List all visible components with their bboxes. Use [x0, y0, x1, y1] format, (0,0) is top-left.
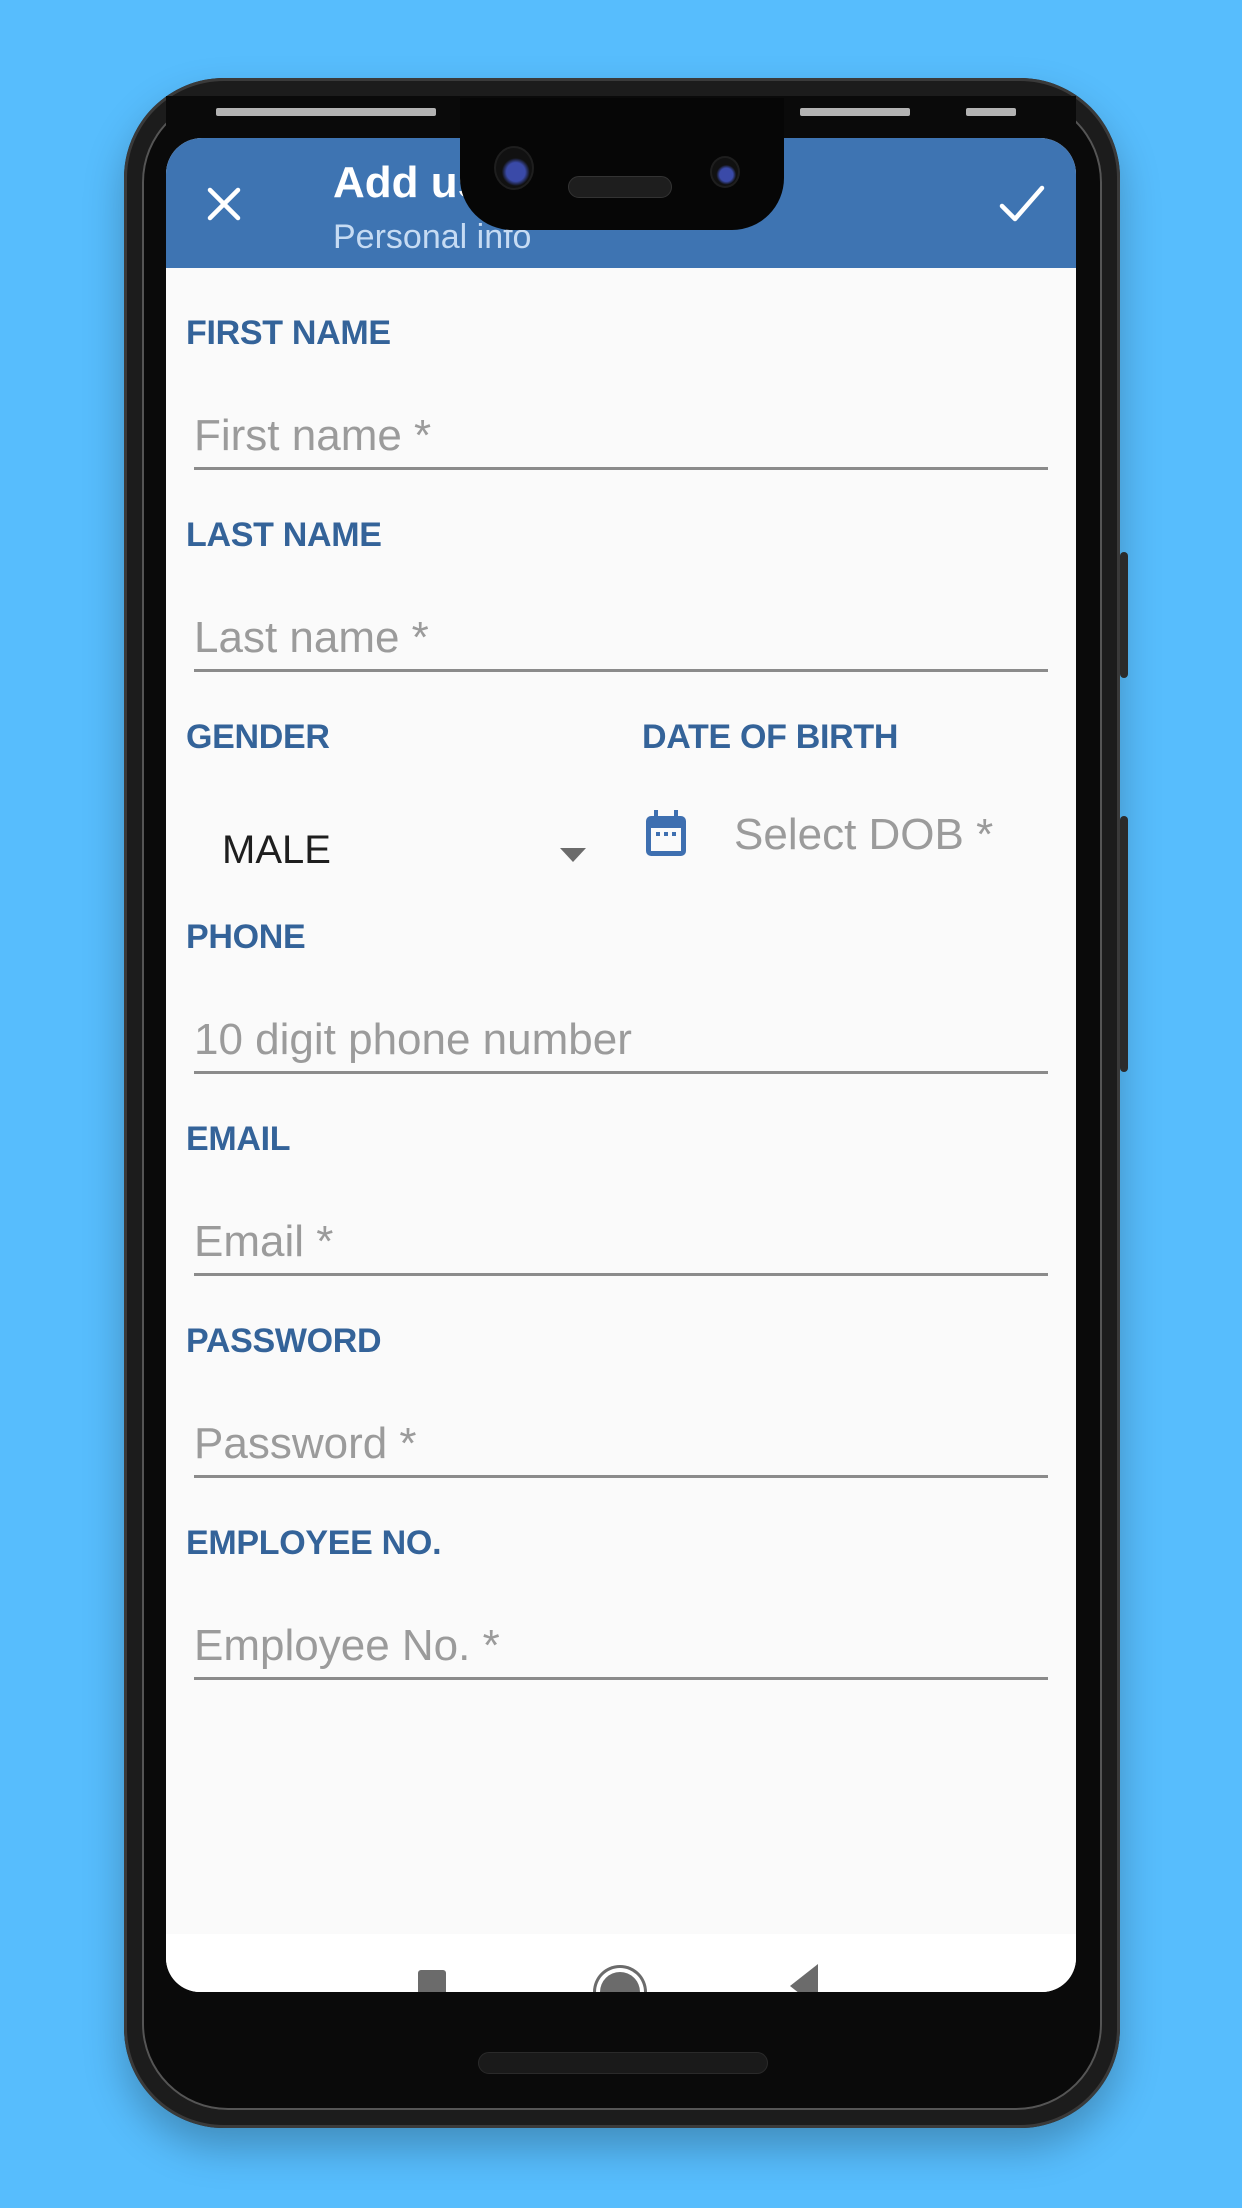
earpiece-speaker — [568, 176, 672, 198]
phone-label: PHONE — [186, 918, 306, 956]
status-bar-indicators — [800, 108, 910, 116]
password-label: PASSWORD — [186, 1322, 382, 1360]
app-screen: Add us Personal info FIRST NAME LAST NAM… — [166, 138, 1076, 1992]
recent-apps-icon[interactable] — [418, 1970, 446, 1992]
gender-value: MALE — [222, 828, 331, 872]
last-name-label: LAST NAME — [186, 516, 382, 554]
front-camera-icon — [494, 146, 534, 190]
home-icon[interactable] — [600, 1972, 640, 1992]
password-input[interactable] — [194, 1418, 1048, 1478]
camera-notch — [460, 98, 784, 230]
back-icon[interactable] — [790, 1964, 818, 1992]
battery-icon — [966, 108, 1016, 116]
calendar-icon — [646, 810, 686, 856]
system-nav-bar — [166, 1934, 1076, 1992]
status-bar-left-text — [216, 108, 436, 116]
volume-button — [1120, 816, 1128, 1072]
phone-input[interactable] — [194, 1014, 1048, 1074]
dob-placeholder: Select DOB * — [734, 810, 994, 859]
power-button — [1120, 552, 1128, 678]
save-button[interactable] — [996, 178, 1048, 230]
front-sensor-icon — [710, 156, 740, 188]
dob-label: DATE OF BIRTH — [642, 718, 899, 756]
employee-no-input[interactable] — [194, 1620, 1048, 1680]
close-button[interactable] — [202, 182, 246, 226]
check-icon — [999, 185, 1045, 222]
first-name-label: FIRST NAME — [186, 314, 391, 352]
close-icon — [207, 187, 241, 221]
employee-no-label: EMPLOYEE NO. — [186, 1524, 442, 1562]
first-name-input[interactable] — [194, 410, 1048, 470]
gender-dropdown[interactable]: MALE — [222, 822, 586, 882]
bottom-speaker — [478, 2052, 768, 2074]
email-label: EMAIL — [186, 1120, 291, 1158]
last-name-input[interactable] — [194, 612, 1048, 672]
dropdown-arrow-icon — [560, 848, 586, 862]
email-input[interactable] — [194, 1216, 1048, 1276]
gender-label: GENDER — [186, 718, 330, 756]
dob-picker[interactable]: Select DOB * — [642, 800, 1062, 870]
